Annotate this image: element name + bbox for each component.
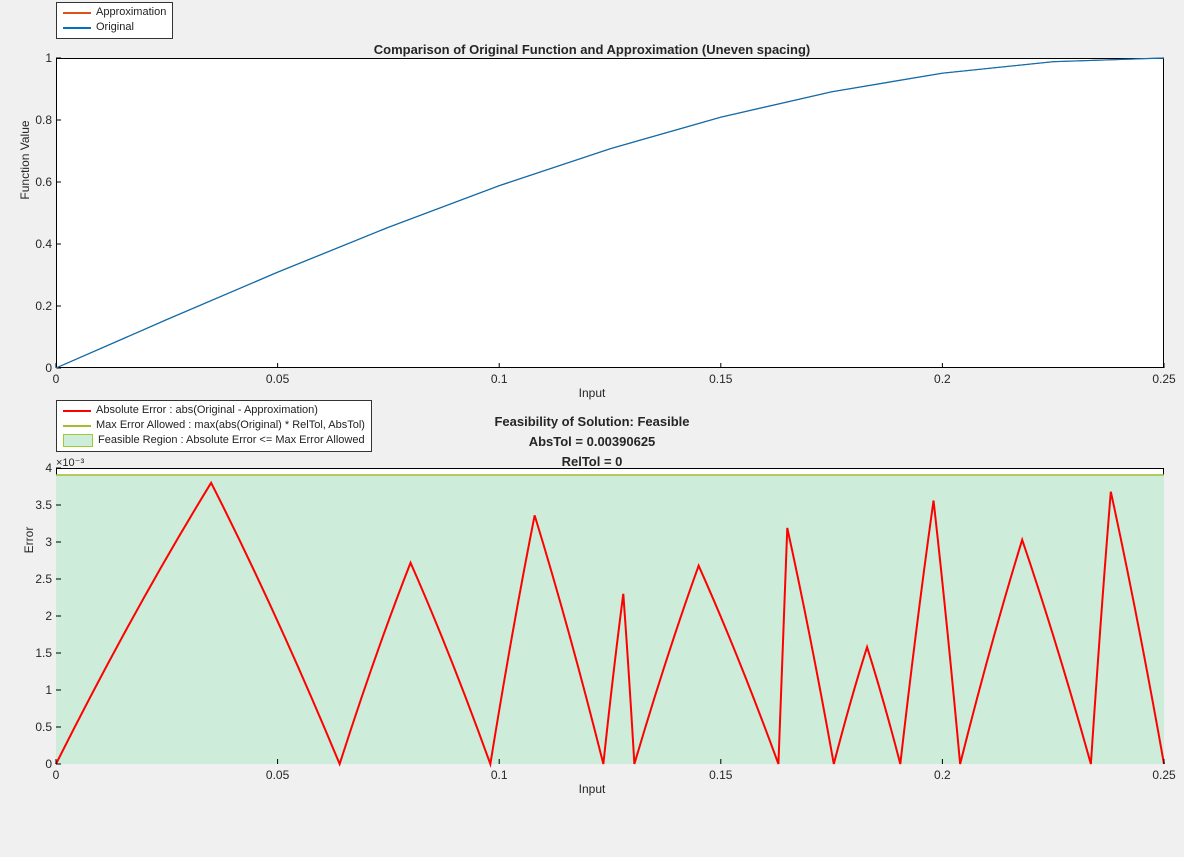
legend-entry-abs-error: Absolute Error : abs(Original - Approxim…	[63, 403, 365, 418]
legend-swatch	[63, 12, 91, 14]
chart2-axes	[56, 468, 1164, 764]
legend-label: Approximation	[96, 5, 166, 20]
chart2-xlabel: Input	[0, 782, 1184, 796]
chart1-title: Comparison of Original Function and Appr…	[0, 42, 1184, 57]
legend-entry-approximation: Approximation	[63, 5, 166, 20]
chart2-legend: Absolute Error : abs(Original - Approxim…	[56, 400, 372, 452]
legend-swatch	[63, 410, 91, 412]
chart2-y-multiplier: ×10⁻³	[56, 456, 84, 469]
figure: Comparison of Original Function and Appr…	[0, 0, 1184, 857]
legend-swatch	[63, 434, 93, 447]
chart1-axes	[56, 58, 1164, 368]
legend-label: Absolute Error : abs(Original - Approxim…	[96, 403, 318, 418]
legend-entry-feasible: Feasible Region : Absolute Error <= Max …	[63, 433, 365, 448]
legend-label: Original	[96, 20, 134, 35]
legend-entry-max-error: Max Error Allowed : max(abs(Original) * …	[63, 418, 365, 433]
chart1-ylabel: Function Value	[18, 60, 32, 260]
chart1-xlabel: Input	[0, 386, 1184, 400]
chart1-legend: Approximation Original	[56, 2, 173, 39]
legend-label: Feasible Region : Absolute Error <= Max …	[98, 433, 365, 448]
legend-swatch	[63, 425, 91, 427]
legend-entry-original: Original	[63, 20, 166, 35]
chart2-title-line3: RelTol = 0	[0, 454, 1184, 469]
legend-label: Max Error Allowed : max(abs(Original) * …	[96, 418, 365, 433]
legend-swatch	[63, 27, 91, 29]
